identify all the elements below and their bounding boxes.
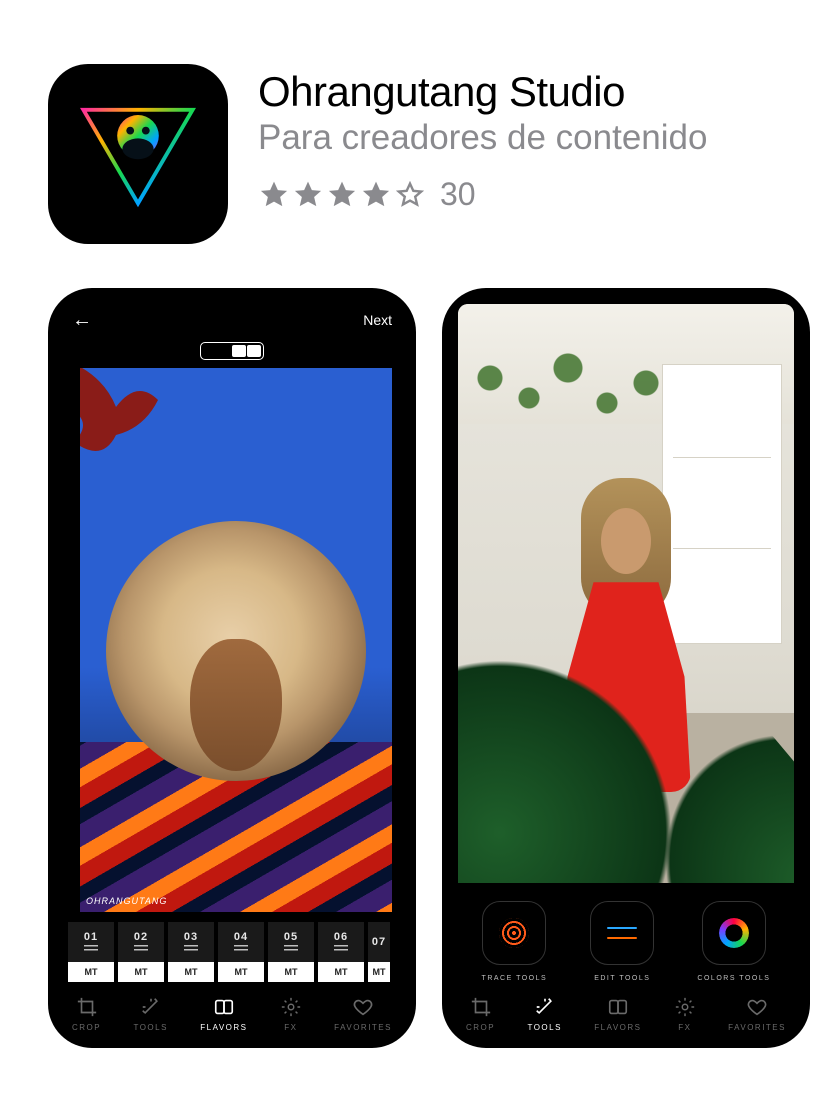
star-outline-icon <box>394 179 426 211</box>
editor-topbar: ← Next <box>62 304 402 340</box>
photo-preview[interactable]: OHRANGUTANG <box>80 368 392 912</box>
app-subtitle: Para creadores de contenido <box>258 118 707 158</box>
filter-thumb[interactable]: 04MT <box>218 922 264 982</box>
orangutan-triangle-icon <box>73 89 203 219</box>
sliders-icon <box>607 924 637 942</box>
tab-tools[interactable]: TOOLS <box>133 996 167 1032</box>
fx-gear-icon <box>280 996 302 1018</box>
trace-tools-button[interactable]: TRACE TOOLS <box>482 901 548 982</box>
filter-thumb[interactable]: 02MT <box>118 922 164 982</box>
screenshot-1[interactable]: ← Next OHRANGUTANG 01MT 02MT 03MT 04MT 0… <box>48 288 416 1048</box>
edit-tools-button[interactable]: EDIT TOOLS <box>590 901 654 982</box>
magic-wand-icon <box>140 996 162 1018</box>
heart-icon <box>352 996 374 1018</box>
tool-buttons-row: TRACE TOOLS EDIT TOOLS COLORS TOOLS <box>456 887 796 986</box>
bottom-tabbar: CROP TOOLS FLAVORS FX FAVORITES <box>62 986 402 1034</box>
fingerprint-icon <box>499 918 529 948</box>
crop-icon <box>76 996 98 1018</box>
back-arrow-icon[interactable]: ← <box>72 310 92 330</box>
crop-icon <box>470 996 492 1018</box>
flavors-icon <box>607 996 629 1018</box>
flavors-icon <box>213 996 235 1018</box>
app-title: Ohrangutang Studio <box>258 68 707 116</box>
tab-crop[interactable]: CROP <box>72 996 101 1032</box>
foliage-decoration <box>80 368 200 498</box>
tab-favorites[interactable]: FAVORITES <box>334 996 392 1032</box>
filter-strip[interactable]: 01MT 02MT 03MT 04MT 05MT 06MT 07MT <box>62 916 402 986</box>
vines-decoration <box>458 328 698 428</box>
screenshot-2[interactable]: TRACE TOOLS EDIT TOOLS COLORS TOOLS CROP… <box>442 288 810 1048</box>
fx-gear-icon <box>674 996 696 1018</box>
filter-thumb[interactable]: 06MT <box>318 922 364 982</box>
filter-thumb[interactable]: 03MT <box>168 922 214 982</box>
app-header: Ohrangutang Studio Para creadores de con… <box>0 0 824 280</box>
tab-fx[interactable]: FX <box>280 996 302 1032</box>
rating-stars <box>258 179 426 211</box>
watermark-label: OHRANGUTANG <box>86 896 167 906</box>
colors-tools-button[interactable]: COLORS TOOLS <box>697 901 770 982</box>
intensity-indicator-icon[interactable] <box>200 342 264 360</box>
tab-flavors[interactable]: FLAVORS <box>594 996 641 1032</box>
screenshots-row[interactable]: ← Next OHRANGUTANG 01MT 02MT 03MT 04MT 0… <box>0 280 824 1048</box>
filter-thumb[interactable]: 01MT <box>68 922 114 982</box>
color-ring-icon <box>719 918 749 948</box>
bottom-tabbar: CROP TOOLS FLAVORS FX FAVORITES <box>456 986 796 1034</box>
tab-favorites[interactable]: FAVORITES <box>728 996 786 1032</box>
app-icon[interactable] <box>48 64 228 244</box>
filter-thumb[interactable]: 05MT <box>268 922 314 982</box>
photo-preview[interactable] <box>458 304 794 883</box>
star-filled-icon <box>292 179 324 211</box>
magic-wand-icon <box>534 996 556 1018</box>
heart-icon <box>746 996 768 1018</box>
rating-row[interactable]: 30 <box>258 176 707 213</box>
star-filled-icon <box>326 179 358 211</box>
subject-face <box>190 639 282 771</box>
tab-tools[interactable]: TOOLS <box>527 996 561 1032</box>
filter-thumb[interactable]: 07MT <box>368 922 390 982</box>
star-filled-icon <box>360 179 392 211</box>
rating-count: 30 <box>440 176 476 213</box>
star-filled-icon <box>258 179 290 211</box>
tab-crop[interactable]: CROP <box>466 996 495 1032</box>
next-button[interactable]: Next <box>363 312 392 328</box>
tab-fx[interactable]: FX <box>674 996 696 1032</box>
tab-flavors[interactable]: FLAVORS <box>200 996 247 1032</box>
